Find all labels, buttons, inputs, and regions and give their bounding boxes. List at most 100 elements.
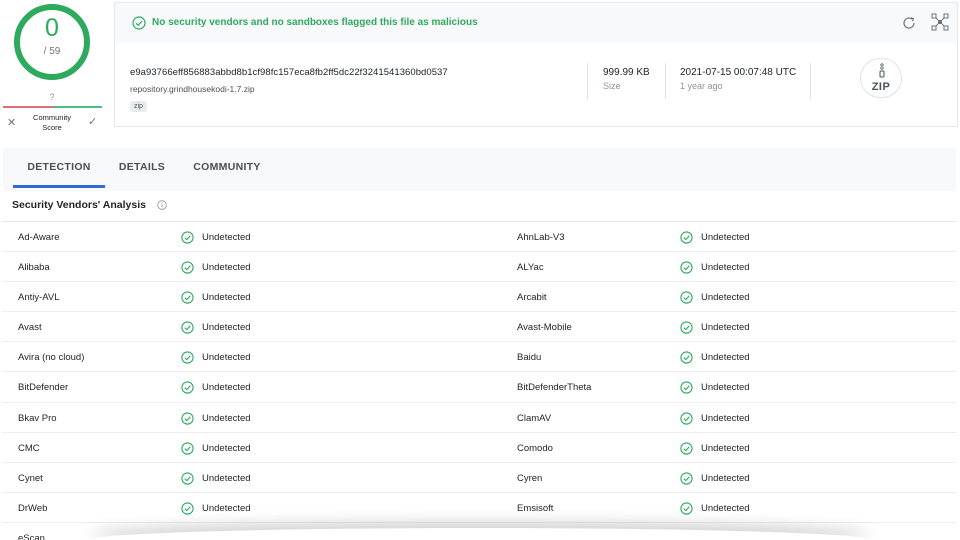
zip-file-icon bbox=[879, 63, 885, 78]
check-circle-icon bbox=[181, 351, 194, 365]
check-circle-icon bbox=[680, 261, 693, 274]
vendor-result: Undetected bbox=[701, 442, 750, 454]
file-size-value: 999.99 KB bbox=[603, 67, 650, 78]
vendor-result: Undetected bbox=[202, 502, 251, 514]
vendor-name: Cynet bbox=[18, 472, 43, 484]
check-circle-icon bbox=[680, 411, 693, 425]
vendor-name: DrWeb bbox=[18, 502, 48, 514]
vote-harmless-button[interactable]: ✓ bbox=[88, 115, 97, 128]
vendor-name: Avast-Mobile bbox=[517, 322, 572, 334]
detection-total: / 59 bbox=[43, 46, 61, 57]
vendor-result: Undetected bbox=[701, 262, 750, 274]
vendor-name: Ad-Aware bbox=[18, 232, 60, 243]
tab-detection[interactable]: DETECTION bbox=[13, 148, 105, 188]
detection-score-widget: 0 / 59 ? ✕ Community Score ✓ bbox=[0, 0, 104, 140]
file-info-card: No security vendors and no sandboxes fla… bbox=[114, 2, 958, 127]
vendor-name: Emsisoft bbox=[517, 502, 554, 514]
vendor-result: Undetected bbox=[701, 382, 750, 394]
divider bbox=[810, 63, 811, 99]
vendor-result: Undetected bbox=[202, 232, 251, 243]
info-icon[interactable] bbox=[157, 200, 167, 210]
reload-icon[interactable] bbox=[901, 15, 917, 31]
vendor-result: Undetected bbox=[202, 412, 251, 424]
check-circle-icon bbox=[181, 261, 194, 274]
check-circle-icon bbox=[680, 502, 693, 515]
community-score-bar bbox=[3, 106, 102, 108]
check-circle-icon bbox=[181, 321, 194, 334]
file-name: repository.grindhousekodi-1.7.zip bbox=[130, 84, 255, 94]
vendor-name: BitDefenderTheta bbox=[517, 382, 592, 394]
divider bbox=[665, 63, 666, 99]
vendor-result: Undetected bbox=[701, 292, 750, 304]
table-row: Cynet Undetected Cyren Undetected bbox=[2, 463, 956, 493]
file-type-badge: ZIP bbox=[860, 58, 902, 98]
vendor-name: ClamAV bbox=[517, 412, 552, 424]
vendor-name: AhnLab-V3 bbox=[517, 232, 565, 243]
check-circle-icon bbox=[181, 411, 194, 425]
tab-details[interactable]: DETAILS bbox=[111, 148, 173, 188]
verdict-message: No security vendors and no sandboxes fla… bbox=[152, 17, 478, 28]
verdict-banner: No security vendors and no sandboxes fla… bbox=[115, 3, 957, 43]
vendor-name: Alibaba bbox=[18, 262, 50, 274]
community-negative-bar bbox=[3, 106, 53, 108]
file-size-label: Size bbox=[603, 81, 621, 91]
last-analysis-relative: 1 year ago bbox=[680, 81, 723, 91]
vendor-result: Undetected bbox=[202, 352, 251, 364]
detection-count: 0 bbox=[45, 14, 59, 42]
vendor-result: Undetected bbox=[701, 472, 750, 484]
check-circle-icon bbox=[680, 442, 693, 455]
community-score-label: Community Score bbox=[24, 113, 80, 133]
tab-bar: DETECTION DETAILS COMMUNITY bbox=[3, 148, 956, 191]
vendor-name: Bkav Pro bbox=[18, 412, 57, 424]
file-hash[interactable]: e9a93766eff856883abbd8b1cf98fc157eca8fb2… bbox=[130, 67, 448, 78]
check-circle-icon bbox=[132, 16, 146, 30]
table-row: CMC Undetected Comodo Undetected bbox=[2, 433, 956, 463]
vendor-result: Undetected bbox=[202, 382, 251, 394]
vendor-name: Comodo bbox=[517, 442, 553, 454]
table-row: BitDefender Undetected BitDefenderTheta Und… bbox=[2, 372, 956, 403]
graph-icon[interactable] bbox=[931, 13, 949, 31]
check-circle-icon bbox=[181, 502, 194, 515]
tab-community[interactable]: COMMUNITY bbox=[185, 148, 269, 188]
vendor-name: Baidu bbox=[517, 352, 542, 364]
table-row: Antiy-AVL Undetected Arcabit Undetected bbox=[2, 282, 956, 313]
vote-harmful-button[interactable]: ✕ bbox=[7, 116, 16, 129]
check-circle-icon bbox=[680, 321, 693, 334]
vendor-result: Undetected bbox=[701, 232, 750, 243]
vendor-name: Cyren bbox=[517, 472, 543, 484]
check-circle-icon bbox=[181, 291, 194, 304]
active-tab-indicator bbox=[13, 185, 105, 188]
check-circle-icon bbox=[680, 351, 693, 365]
community-score-label-line2: Score bbox=[42, 123, 62, 132]
vendor-result: Undetected bbox=[202, 322, 251, 334]
file-tag[interactable]: zip bbox=[130, 101, 147, 112]
table-row: Ad-Aware Undetected AhnLab-V3 Undetected bbox=[2, 222, 956, 253]
vendor-result: Undetected bbox=[202, 292, 251, 304]
table-row: Avast Undetected Avast-Mobile Undetected bbox=[2, 312, 956, 343]
check-circle-icon bbox=[680, 472, 693, 485]
vendor-name: Arcabit bbox=[517, 292, 547, 304]
vendor-result: Undetected bbox=[701, 322, 750, 334]
check-circle-icon bbox=[181, 442, 194, 455]
vendor-name: Avast bbox=[18, 322, 42, 334]
vendor-name: Avira (no cloud) bbox=[18, 352, 85, 364]
vendor-result: Undetected bbox=[202, 472, 251, 484]
table-row: Avira (no cloud) Undetected Baidu Undetecte… bbox=[2, 342, 956, 373]
community-score-value: ? bbox=[49, 92, 55, 102]
table-row: Bkav Pro Undetected ClamAV Undetected bbox=[2, 403, 956, 433]
vendor-result: Undetected bbox=[701, 412, 750, 424]
table-row: DrWeb Undetected Emsisoft Undetected bbox=[2, 493, 956, 523]
check-circle-icon bbox=[680, 291, 693, 304]
community-score-label-line1: Community bbox=[33, 113, 71, 122]
vendor-result: Undetected bbox=[202, 442, 251, 454]
section-title: Security Vendors' Analysis bbox=[12, 199, 146, 211]
table-row: Alibaba Undetected ALYac Undetected bbox=[2, 252, 956, 283]
vendor-name: Antiy-AVL bbox=[18, 292, 60, 304]
check-circle-icon bbox=[680, 231, 693, 244]
vendor-result: Undetected bbox=[202, 262, 251, 274]
last-analysis-date: 2021-07-15 00:07:48 UTC bbox=[680, 67, 797, 78]
vendor-name: BitDefender bbox=[18, 382, 69, 394]
check-circle-icon bbox=[181, 472, 194, 485]
community-positive-bar bbox=[52, 106, 102, 108]
vendor-result: Undetected bbox=[701, 352, 750, 364]
